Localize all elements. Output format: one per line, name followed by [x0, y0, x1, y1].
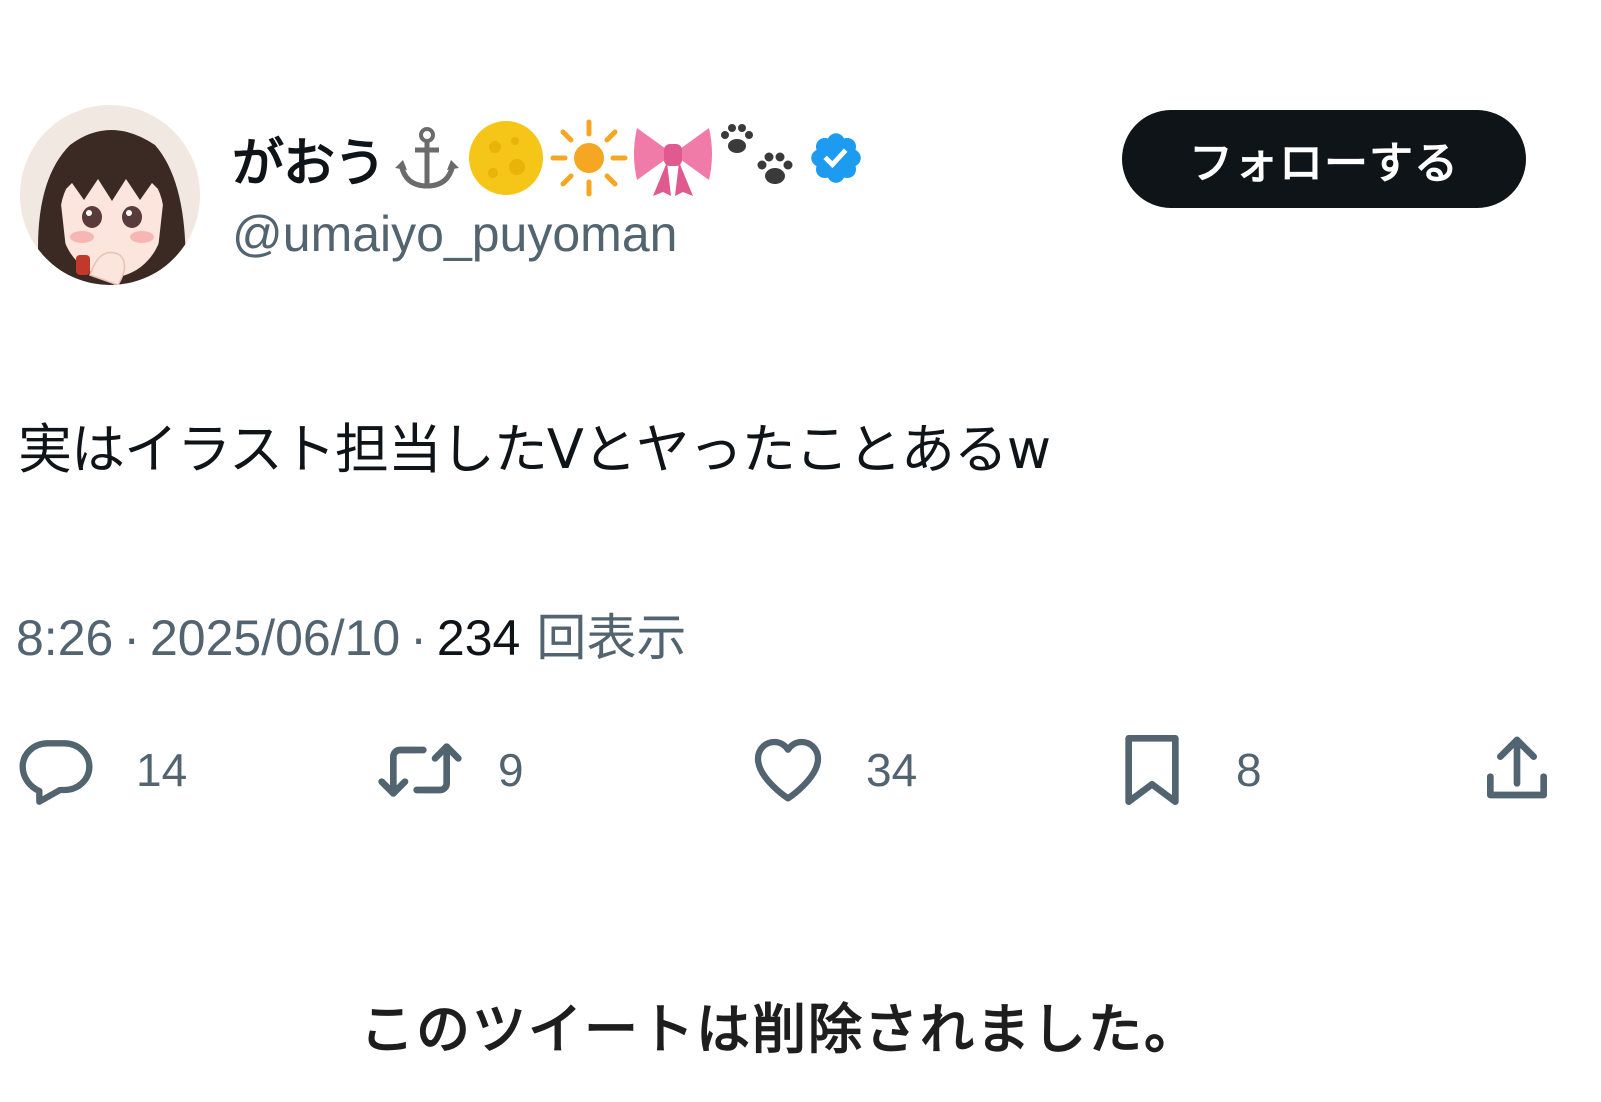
reply-icon[interactable]	[16, 730, 96, 810]
ribbon-emoji-icon	[634, 128, 713, 196]
retweet-action[interactable]: 9	[372, 728, 524, 812]
meta-separator: ·	[123, 610, 140, 666]
bookmark-icon[interactable]	[1112, 728, 1192, 812]
author-handle[interactable]: @umaiyo_puyoman	[232, 205, 677, 263]
heart-icon[interactable]	[746, 730, 830, 810]
avatar[interactable]	[20, 105, 200, 285]
share-icon[interactable]	[1476, 730, 1558, 810]
like-action[interactable]: 34	[746, 728, 917, 812]
author-name-row[interactable]: がおう	[232, 118, 865, 198]
tweet-text: 実はイラスト担当したVとヤったことあるw	[18, 418, 1051, 481]
anchor-emoji-icon	[395, 127, 460, 189]
full-moon-emoji-icon	[469, 121, 544, 195]
verified-badge-icon[interactable]	[807, 129, 865, 187]
sun-emoji-icon	[550, 119, 628, 197]
follow-button[interactable]: フォローする	[1122, 110, 1526, 208]
tweet-meta: 8:26 · 2025/06/10 · 234 回表示	[16, 598, 686, 670]
retweet-count: 9	[498, 744, 524, 796]
tweet-date[interactable]: 2025/06/10	[150, 609, 400, 667]
bookmark-count: 8	[1236, 744, 1262, 796]
reply-count: 14	[136, 744, 188, 796]
name-emojis	[391, 117, 801, 199]
like-count: 34	[866, 744, 918, 796]
tweet-time[interactable]: 8:26	[16, 609, 113, 667]
avatar-illustration	[20, 105, 200, 285]
share-action[interactable]	[1476, 728, 1558, 812]
meta-separator: ·	[410, 610, 427, 666]
bookmark-action[interactable]: 8	[1112, 728, 1262, 812]
author-display-name[interactable]: がおう	[232, 121, 386, 196]
reply-action[interactable]: 14	[16, 728, 187, 812]
deleted-tweet-notice: このツイートは削除されました。	[360, 998, 1200, 1061]
views-label: 回表示	[536, 610, 687, 666]
retweet-icon[interactable]	[372, 730, 468, 810]
paw-prints-emoji-icon	[721, 124, 793, 184]
views-count: 234	[436, 610, 521, 666]
